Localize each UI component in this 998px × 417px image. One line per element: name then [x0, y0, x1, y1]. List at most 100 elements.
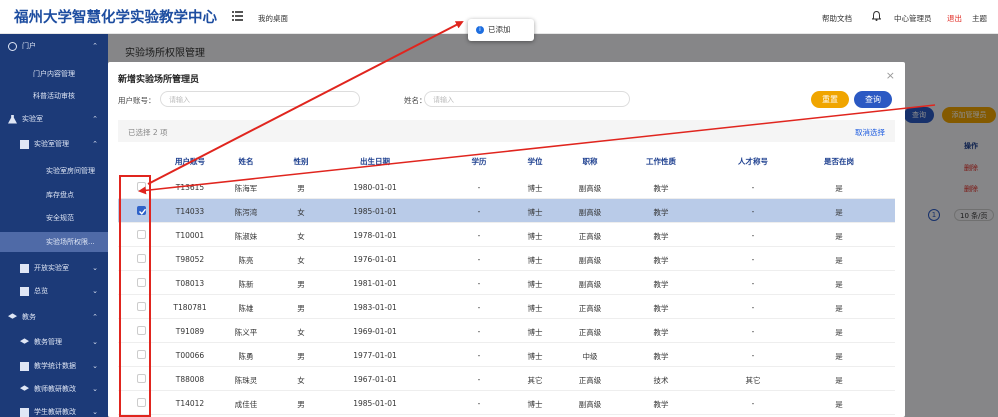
cell-gender: 男 [297, 400, 305, 409]
table-row[interactable]: T00066 陈勇 男 1977-01-01 - 博士 中级 教学 - 是 [118, 343, 895, 367]
sidebar: 门户 ⌃ 门户内容管理 科普活动审核 实验室 ⌃ 实验室管理 ⌃ 实验室房间管理 库存… [0, 34, 108, 417]
add-admin-modal: 新增实验场所管理员 × 用户账号： 请输入 姓名： 请输入 重置 查询 已选择 … [108, 62, 905, 417]
sidebar-item-venue-permission[interactable]: 实验场所权限... [0, 232, 108, 252]
chevron-down-icon: ⌄ [92, 385, 98, 393]
cell-gender: 女 [297, 256, 305, 265]
cell-title: 正高级 [578, 376, 602, 385]
sidebar-item-open-lab[interactable]: 开放实验室 ⌄ [0, 258, 108, 278]
row-checkbox[interactable] [137, 278, 146, 287]
sidebar-item-label: 实验场所权限... [46, 238, 95, 246]
cell-degree: 博士 [527, 256, 543, 265]
table-row[interactable]: T91089 陈义平 女 1969-01-01 - 博士 正高级 教学 - 是 [118, 319, 895, 343]
row-checkbox[interactable] [137, 350, 146, 359]
cell-edu: - [477, 279, 481, 288]
row-checkbox[interactable] [137, 326, 146, 335]
row-checkbox[interactable] [137, 182, 146, 191]
sidebar-item-label: 教务 [22, 313, 36, 321]
table-row[interactable]: T10001 陈淑妹 女 1978-01-01 - 博士 正高级 教学 - 是 [118, 223, 895, 247]
sidebar-item-academic[interactable]: 教务 ⌃ [0, 307, 108, 327]
row-checkbox[interactable] [137, 230, 146, 239]
name-input[interactable]: 请输入 [424, 91, 630, 107]
cell-degree: 博士 [527, 232, 543, 241]
sidebar-item-overview[interactable]: 总览 ⌄ [0, 281, 108, 301]
table-row[interactable]: T14033 陈泻湾 女 1985-01-01 - 博士 副高级 教学 - 是 [118, 199, 895, 223]
col-header-gender: 性别 [293, 157, 309, 166]
table-row[interactable]: T14012 成佳佳 男 1985-01-01 - 博士 副高级 教学 - 是 [118, 391, 895, 415]
stats-icon [20, 361, 29, 371]
row-checkbox[interactable] [137, 206, 147, 215]
menu-icon[interactable] [232, 11, 243, 21]
sidebar-item-label: 实验室 [22, 115, 43, 123]
sidebar-item-label: 实验室管理 [34, 140, 69, 148]
home-link[interactable]: 主题 [972, 13, 987, 24]
info-icon: i [476, 26, 484, 34]
sidebar-item-science-review[interactable]: 科普活动审核 [0, 86, 108, 106]
cell-onduty: 是 [835, 256, 843, 265]
chevron-up-icon: ⌃ [92, 140, 98, 148]
selected-count: 已选择 2 项 [128, 128, 168, 137]
row-checkbox[interactable] [137, 254, 146, 263]
cell-talent: - [751, 351, 755, 360]
cell-talent: - [751, 399, 755, 408]
my-desk-link[interactable]: 我的桌面 [258, 13, 288, 24]
sidebar-item-teaching-stats[interactable]: 教学统计数据 ⌄ [0, 356, 108, 376]
user-account-input[interactable]: 请输入 [160, 91, 360, 107]
table-row[interactable]: T88008 陈珠灵 女 1967-01-01 - 其它 正高级 技术 其它 是 [118, 367, 895, 391]
sidebar-item-teacher-reform[interactable]: 教师教研教改 ⌄ [0, 379, 108, 399]
sidebar-item-portal[interactable]: 门户 ⌃ [0, 36, 108, 56]
sidebar-item-academic-manage[interactable]: 教务管理 ⌄ [0, 332, 108, 352]
cell-edu: - [477, 351, 481, 360]
col-header-onduty: 是否在岗 [824, 157, 854, 166]
sidebar-item-inventory[interactable]: 库存盘点 [0, 185, 108, 205]
sidebar-item-lab[interactable]: 实验室 ⌃ [0, 109, 108, 129]
close-icon[interactable]: × [886, 69, 895, 82]
app-title: 福州大学智慧化学实验教学中心 [14, 10, 217, 26]
cell-name: 陈泻湾 [234, 208, 258, 217]
sidebar-item-student-reform[interactable]: 学生教研教改 ⌄ [0, 402, 108, 417]
cell-account: T88008 [175, 375, 205, 384]
chevron-down-icon: ⌄ [92, 408, 98, 416]
cell-talent: - [751, 303, 755, 312]
cell-onduty: 是 [835, 280, 843, 289]
teacher-icon [20, 385, 29, 391]
table-row[interactable]: T13615 陈海军 男 1980-01-01 - 博士 副高级 教学 - 是 [118, 175, 895, 199]
reset-button[interactable]: 重置 [811, 91, 849, 108]
cell-talent: - [751, 207, 755, 216]
overview-icon [20, 286, 29, 296]
user-name[interactable]: 中心管理员 [894, 13, 932, 24]
cell-degree: 博士 [527, 184, 543, 193]
sidebar-item-portal-content[interactable]: 门户内容管理 [0, 64, 108, 84]
chevron-down-icon: ⌄ [92, 287, 98, 295]
logout-link[interactable]: 退出 [947, 13, 962, 24]
cell-title: 副高级 [578, 208, 602, 217]
cell-account: T00066 [175, 351, 205, 360]
col-header-birth: 出生日期 [360, 157, 390, 166]
cell-work: 教学 [653, 232, 669, 241]
cell-onduty: 是 [835, 232, 843, 241]
open-lab-icon [20, 263, 29, 273]
cell-onduty: 是 [835, 400, 843, 409]
table-row[interactable]: T180781 陈雄 男 1983-01-01 - 博士 正高级 教学 - 是 [118, 295, 895, 319]
cell-edu: - [477, 183, 481, 192]
sidebar-item-safety[interactable]: 安全规范 [0, 208, 108, 228]
table-row[interactable]: T98052 陈亮 女 1976-01-01 - 博士 副高级 教学 - 是 [118, 247, 895, 271]
cancel-selection-link[interactable]: 取消选择 [855, 127, 885, 138]
cell-edu: - [477, 375, 481, 384]
cell-work: 教学 [653, 208, 669, 217]
table-row[interactable]: T08013 陈新 男 1981-01-01 - 博士 副高级 教学 - 是 [118, 271, 895, 295]
sidebar-item-lab-room[interactable]: 实验室房间管理 [0, 161, 108, 181]
sidebar-item-label: 实验室房间管理 [46, 167, 95, 175]
toast-text: 已添加 [488, 25, 511, 34]
cell-onduty: 是 [835, 208, 843, 217]
sidebar-item-lab-manage[interactable]: 实验室管理 ⌃ [0, 134, 108, 154]
query-button[interactable]: 查询 [854, 91, 892, 108]
table-header: 用户账号 姓名 性别 出生日期 学历 学位 职称 工作性质 人才称号 是否在岗 [108, 156, 905, 172]
col-header-title: 职称 [582, 157, 598, 166]
row-checkbox[interactable] [137, 302, 146, 311]
chevron-up-icon: ⌃ [92, 115, 98, 123]
bell-icon[interactable] [872, 11, 881, 21]
cell-birth: 1980-01-01 [353, 183, 397, 192]
row-checkbox[interactable] [137, 374, 146, 383]
help-link[interactable]: 帮助文档 [822, 13, 852, 24]
row-checkbox[interactable] [137, 398, 146, 407]
